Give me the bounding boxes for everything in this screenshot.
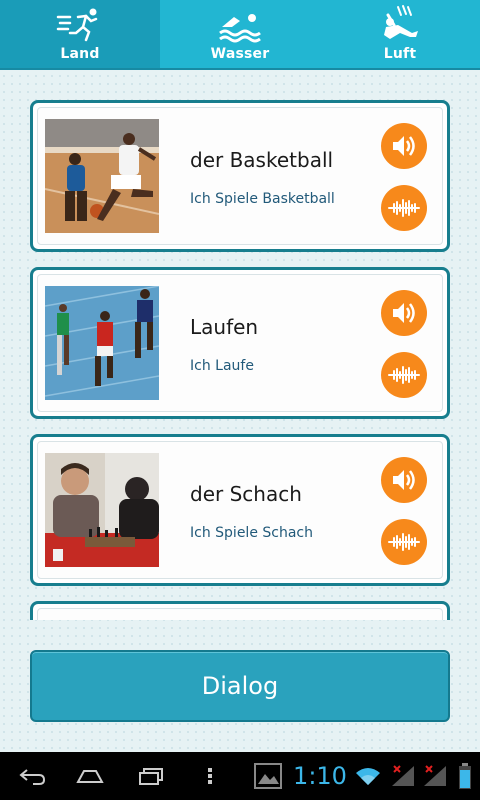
signal-icon-2: [420, 752, 450, 800]
waveform-icon: [388, 533, 420, 551]
category-tab-bar: Land Wasser Luft: [0, 0, 480, 70]
speaker-icon: [393, 303, 415, 323]
recent-apps-button[interactable]: [126, 752, 174, 800]
home-button[interactable]: [66, 752, 114, 800]
tab-luft-label: Luft: [383, 46, 417, 62]
back-arrow-icon: [19, 769, 46, 785]
vocab-word: der Schach: [190, 482, 302, 506]
swimmer-icon: [216, 0, 264, 46]
vocab-card[interactable]: Laufen Ich Laufe: [30, 267, 450, 419]
play-word-button[interactable]: [381, 457, 427, 503]
menu-button[interactable]: [196, 752, 224, 800]
play-sentence-button[interactable]: [381, 352, 427, 398]
speaker-icon: [393, 470, 415, 490]
overflow-menu-icon: [208, 768, 212, 784]
play-word-button[interactable]: [381, 290, 427, 336]
card-inner: [37, 608, 443, 620]
vocab-word: Laufen: [190, 315, 259, 339]
back-button[interactable]: [8, 752, 56, 800]
tab-luft[interactable]: Luft: [320, 0, 480, 68]
skydiver-icon: [376, 0, 424, 46]
home-icon: [76, 770, 104, 783]
vocab-card[interactable]: der Basketball Ich Spiele Basketball: [30, 100, 450, 252]
vocab-sentence: Ich Spiele Schach: [190, 525, 313, 541]
vocab-sentence: Ich Spiele Basketball: [190, 191, 335, 207]
waveform-icon: [388, 199, 420, 217]
system-navigation-bar: 1:10: [0, 752, 480, 800]
tab-wasser-label: Wasser: [210, 46, 270, 62]
vocab-word: der Basketball: [190, 148, 334, 172]
waveform-icon: [388, 366, 420, 384]
signal-icon: [388, 752, 418, 800]
vocab-sentence: Ich Laufe: [190, 358, 254, 374]
vocab-card[interactable]: [30, 601, 450, 620]
basketball-photo: [45, 119, 159, 233]
vocabulary-list[interactable]: der Basketball Ich Spiele Basketball Lau…: [0, 70, 480, 620]
wifi-icon: [352, 752, 384, 800]
running-person-icon: [56, 0, 104, 46]
vocab-card[interactable]: der Schach Ich Spiele Schach: [30, 434, 450, 586]
running-photo: [45, 286, 159, 400]
recent-apps-icon: [139, 768, 163, 785]
dialog-button[interactable]: Dialog: [30, 650, 450, 722]
tab-wasser[interactable]: Wasser: [160, 0, 320, 68]
play-word-button[interactable]: [381, 123, 427, 169]
play-sentence-button[interactable]: [381, 185, 427, 231]
tab-land[interactable]: Land: [0, 0, 160, 68]
tab-land-label: Land: [60, 46, 100, 62]
gallery-notification-icon[interactable]: [250, 752, 286, 800]
speaker-icon: [393, 136, 415, 156]
battery-icon: [454, 752, 476, 800]
clock: 1:10: [292, 752, 348, 800]
chess-photo: [45, 453, 159, 567]
play-sentence-button[interactable]: [381, 519, 427, 565]
clock-time: 1:10: [293, 762, 347, 790]
